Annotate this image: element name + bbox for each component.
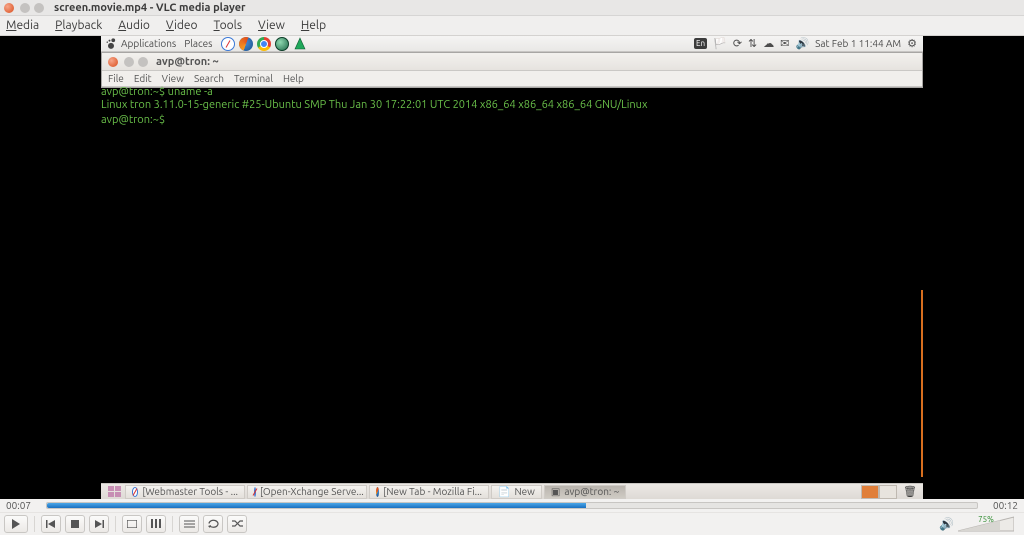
gnome-foot-icon[interactable]	[105, 38, 117, 50]
terminal-window: avp@tron: ~ File Edit View Search Termin…	[101, 52, 923, 88]
term-menu-search[interactable]: Search	[194, 73, 224, 84]
ubuntu-top-panel: Applications Places En 🏳️ ⟳ ⇅ ☁ ✉ 🔊 Sat …	[101, 36, 923, 52]
maximize-icon[interactable]	[34, 3, 44, 13]
seek-track[interactable]	[46, 502, 978, 509]
close-icon[interactable]	[4, 3, 14, 13]
vlc-controls: 🔊 75%	[0, 512, 1024, 534]
term-menu-file[interactable]: File	[108, 73, 124, 84]
show-desktop-icon[interactable]	[105, 486, 123, 498]
taskbar-item-new[interactable]: 📄New	[491, 485, 542, 499]
playlist-button[interactable]	[179, 515, 199, 533]
taskbar-item-terminal[interactable]: ▣avp@tron: ~	[544, 485, 626, 499]
workspace-switcher[interactable]	[861, 485, 897, 499]
minimize-icon[interactable]	[20, 3, 30, 13]
term-menu-edit[interactable]: Edit	[134, 73, 152, 84]
menu-tools[interactable]: Tools	[214, 19, 243, 32]
terminal-menubar: File Edit View Search Terminal Help	[102, 71, 922, 87]
workspace-2[interactable]	[879, 485, 897, 499]
menu-audio[interactable]: Audio	[118, 19, 150, 32]
terminal-title: avp@tron: ~	[156, 56, 219, 68]
terminal-titlebar[interactable]: avp@tron: ~	[102, 53, 922, 71]
panel-places[interactable]: Places	[184, 38, 212, 49]
loop-button[interactable]	[203, 515, 223, 533]
epiphany-icon	[132, 487, 138, 497]
vlc-titlebar: screen.movie.mp4 - VLC media player	[0, 0, 1024, 16]
mail-indicator-icon[interactable]: ✉	[780, 37, 789, 50]
menu-playback[interactable]: Playback	[55, 19, 102, 32]
stop-button[interactable]	[65, 515, 85, 533]
mute-button[interactable]: 🔊	[939, 517, 954, 531]
ext-settings-button[interactable]	[146, 515, 166, 533]
epiphany-icon	[254, 487, 256, 497]
term-menu-help[interactable]: Help	[283, 73, 304, 84]
flag-indicator-icon[interactable]: 🏳️	[713, 37, 727, 50]
terminal-command: uname -a	[168, 86, 213, 98]
terminal-close-icon[interactable]	[108, 57, 118, 67]
browser-chrome-icon[interactable]	[257, 37, 271, 51]
sync-indicator-icon[interactable]: ⟳	[733, 37, 742, 50]
terminal-cursor	[168, 112, 174, 123]
terminal-output: Linux tron 3.11.0-15-generic #25-Ubuntu …	[101, 99, 923, 112]
volume-slider[interactable]: 75%	[958, 516, 1014, 532]
cloud-indicator-icon[interactable]: ☁	[763, 37, 774, 50]
app-launcher-icon[interactable]	[293, 37, 307, 51]
seek-fill	[47, 503, 586, 508]
terminal-icon: ▣	[551, 486, 560, 498]
terminal-body[interactable]: avp@tron:~$ uname -a Linux tron 3.11.0-1…	[101, 86, 923, 483]
time-elapsed[interactable]: 00:07	[6, 500, 40, 511]
vlc-menubar: Media Playback Audio Video Tools View He…	[0, 16, 1024, 36]
video-area[interactable]: Applications Places En 🏳️ ⟳ ⇅ ☁ ✉ 🔊 Sat …	[0, 36, 1024, 499]
browser-firefox-icon[interactable]	[239, 37, 253, 51]
window-resize-edge[interactable]	[921, 290, 923, 477]
menu-media[interactable]: Media	[6, 19, 39, 32]
menu-view[interactable]: View	[258, 19, 285, 32]
document-icon: 📄	[498, 486, 510, 498]
trash-icon[interactable]: 🗑	[903, 485, 917, 498]
clock[interactable]: Sat Feb 1 11:44 AM	[815, 38, 901, 49]
menu-video[interactable]: Video	[166, 19, 198, 32]
browser-epiphany-icon[interactable]	[221, 37, 235, 51]
terminal-minimize-icon[interactable]	[124, 57, 134, 67]
taskbar-item-newtab[interactable]: [New Tab - Mozilla Fi...	[369, 485, 489, 499]
network-indicator-icon[interactable]: ⇅	[748, 37, 757, 50]
volume-percent: 75%	[978, 515, 994, 524]
menu-help[interactable]: Help	[301, 19, 326, 32]
taskbar-item-webmaster[interactable]: [Webmaster Tools - ...	[125, 485, 245, 499]
keyboard-layout-indicator[interactable]: En	[694, 38, 707, 49]
volume-indicator-icon[interactable]: 🔊	[795, 37, 809, 50]
bottom-taskbar: [Webmaster Tools - ... [Open-Xchange Ser…	[101, 483, 923, 499]
shuffle-button[interactable]	[227, 515, 247, 533]
term-menu-view[interactable]: View	[162, 73, 184, 84]
vlc-seekbar: 00:07 00:12	[0, 499, 1024, 512]
terminal-prompt-2: avp@tron:~$	[101, 114, 165, 126]
next-button[interactable]	[89, 515, 109, 533]
play-button[interactable]	[4, 515, 28, 533]
workspace-1[interactable]	[861, 485, 879, 499]
firefox-icon	[376, 487, 379, 497]
fullscreen-button[interactable]	[122, 515, 142, 533]
term-menu-terminal[interactable]: Terminal	[234, 73, 273, 84]
panel-applications[interactable]: Applications	[121, 38, 176, 49]
browser-globe-icon[interactable]	[275, 37, 289, 51]
power-cog-icon[interactable]: ⚙	[907, 37, 917, 50]
taskbar-item-oxchange[interactable]: [Open-Xchange Serve...	[247, 485, 367, 499]
window-title: screen.movie.mp4 - VLC media player	[54, 2, 246, 14]
time-total[interactable]: 00:12	[984, 500, 1018, 511]
terminal-maximize-icon[interactable]	[138, 57, 148, 67]
prev-button[interactable]	[41, 515, 61, 533]
terminal-prompt: avp@tron:~$	[101, 86, 165, 98]
